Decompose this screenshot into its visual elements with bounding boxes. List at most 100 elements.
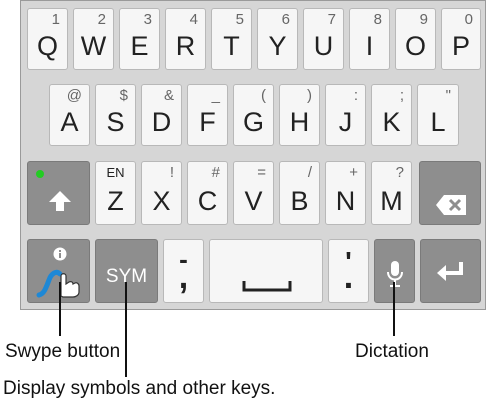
key-u[interactable]: 7 U xyxy=(303,8,344,70)
key-h-label: H xyxy=(289,107,310,137)
key-r-label: R xyxy=(175,31,196,61)
key-r[interactable]: 4 R xyxy=(165,8,206,70)
key-h-secondary: ) xyxy=(307,87,312,104)
key-k-label: K xyxy=(382,107,401,137)
key-f[interactable]: _ F xyxy=(187,84,228,146)
key-o-label: O xyxy=(404,31,426,61)
space-bar-icon xyxy=(242,281,292,292)
swype-button-annotation: Swype button xyxy=(5,341,121,362)
hand-icon xyxy=(60,273,80,298)
key-z[interactable]: EN Z xyxy=(95,161,136,225)
swype-callout-line xyxy=(59,282,61,336)
shift-key[interactable] xyxy=(27,161,90,225)
key-v[interactable]: = V xyxy=(233,161,274,225)
key-a-label: A xyxy=(60,107,79,137)
period-key[interactable]: ' . xyxy=(328,239,369,303)
key-n-secondary: + xyxy=(349,164,358,181)
key-a-secondary: @ xyxy=(66,87,82,104)
key-m[interactable]: ? M xyxy=(371,161,412,225)
key-k[interactable]: ; K xyxy=(371,84,412,146)
key-h[interactable]: ) H xyxy=(279,84,320,146)
key-d-secondary: & xyxy=(163,87,174,104)
key-b-secondary: / xyxy=(307,164,312,181)
key-i-label: I xyxy=(365,31,374,61)
key-u-secondary: 7 xyxy=(327,11,336,28)
key-i[interactable]: 8 I xyxy=(349,8,390,70)
key-e[interactable]: 3 E xyxy=(119,8,160,70)
backspace-icon xyxy=(436,195,466,215)
backspace-key[interactable] xyxy=(419,161,481,225)
key-o[interactable]: 9 O xyxy=(395,8,436,70)
shift-indicator-light xyxy=(36,170,44,178)
key-e-secondary: 3 xyxy=(143,11,152,28)
key-s-label: S xyxy=(106,107,125,137)
key-w-label: W xyxy=(80,31,107,61)
key-s-secondary: $ xyxy=(119,87,128,104)
key-c-label: C xyxy=(197,186,218,216)
key-m-label: M xyxy=(380,186,403,216)
period-key-label: . xyxy=(343,258,354,296)
key-v-secondary: = xyxy=(257,164,266,181)
key-q[interactable]: 1 Q xyxy=(27,8,68,70)
key-j-secondary: : xyxy=(353,87,358,104)
key-i-secondary: 8 xyxy=(373,11,382,28)
key-a[interactable]: @ A xyxy=(49,84,90,146)
key-q-secondary: 1 xyxy=(51,11,60,28)
key-m-secondary: ? xyxy=(395,164,404,181)
key-w-secondary: 2 xyxy=(97,11,106,28)
key-u-label: U xyxy=(313,31,334,61)
key-b-label: B xyxy=(290,186,309,216)
key-c[interactable]: # C xyxy=(187,161,228,225)
comma-key[interactable]: - , xyxy=(163,239,204,303)
key-f-label: F xyxy=(199,107,216,137)
key-g-secondary: ( xyxy=(261,87,266,104)
dictation-callout-line xyxy=(393,282,395,336)
dictation-annotation: Dictation xyxy=(355,341,429,362)
key-f-secondary: _ xyxy=(211,87,220,104)
key-z-label: Z xyxy=(107,186,124,216)
keyboard: 1 Q 2 W 3 E 4 R 5 T 6 Y 7 U 8 I 9 O 0 P … xyxy=(20,0,486,310)
sym-callout-line xyxy=(125,282,127,377)
key-g-label: G xyxy=(242,107,264,137)
key-n[interactable]: + N xyxy=(325,161,366,225)
shift-icon xyxy=(49,191,71,211)
enter-key[interactable] xyxy=(420,239,481,303)
key-z-secondary: EN xyxy=(106,165,125,180)
key-r-secondary: 4 xyxy=(189,11,198,28)
key-p-secondary: 0 xyxy=(464,11,473,28)
display-symbols-annotation: Display symbols and other keys. xyxy=(3,378,276,399)
key-e-label: E xyxy=(130,31,149,61)
key-l-label: L xyxy=(430,107,446,137)
key-p[interactable]: 0 P xyxy=(441,8,481,70)
key-n-label: N xyxy=(335,186,356,216)
key-y-label: Y xyxy=(268,31,287,61)
enter-icon xyxy=(437,262,463,281)
microphone-icon xyxy=(387,261,403,287)
key-x-secondary: ! xyxy=(169,164,174,181)
key-x[interactable]: ! X xyxy=(141,161,182,225)
info-icon xyxy=(53,247,67,261)
key-s[interactable]: $ S xyxy=(95,84,136,146)
key-j-label: J xyxy=(338,107,353,137)
key-d-label: D xyxy=(151,107,172,137)
key-g[interactable]: ( G xyxy=(233,84,274,146)
key-d[interactable]: & D xyxy=(141,84,182,146)
key-o-secondary: 9 xyxy=(419,11,428,28)
key-l-secondary: " xyxy=(445,87,451,104)
comma-key-label: , xyxy=(178,258,189,296)
space-key[interactable] xyxy=(209,239,323,303)
key-x-label: X xyxy=(152,186,171,216)
key-k-secondary: ; xyxy=(399,87,404,104)
key-y-secondary: 6 xyxy=(281,11,290,28)
key-t-label: T xyxy=(223,31,240,61)
key-t-secondary: 5 xyxy=(235,11,244,28)
key-v-label: V xyxy=(244,186,263,216)
key-t[interactable]: 5 T xyxy=(211,8,252,70)
key-p-label: P xyxy=(451,31,470,61)
key-l[interactable]: " L xyxy=(417,84,459,146)
key-y[interactable]: 6 Y xyxy=(257,8,298,70)
key-b[interactable]: / B xyxy=(279,161,320,225)
key-w[interactable]: 2 W xyxy=(73,8,114,70)
key-j[interactable]: : J xyxy=(325,84,366,146)
key-c-secondary: # xyxy=(211,164,220,181)
